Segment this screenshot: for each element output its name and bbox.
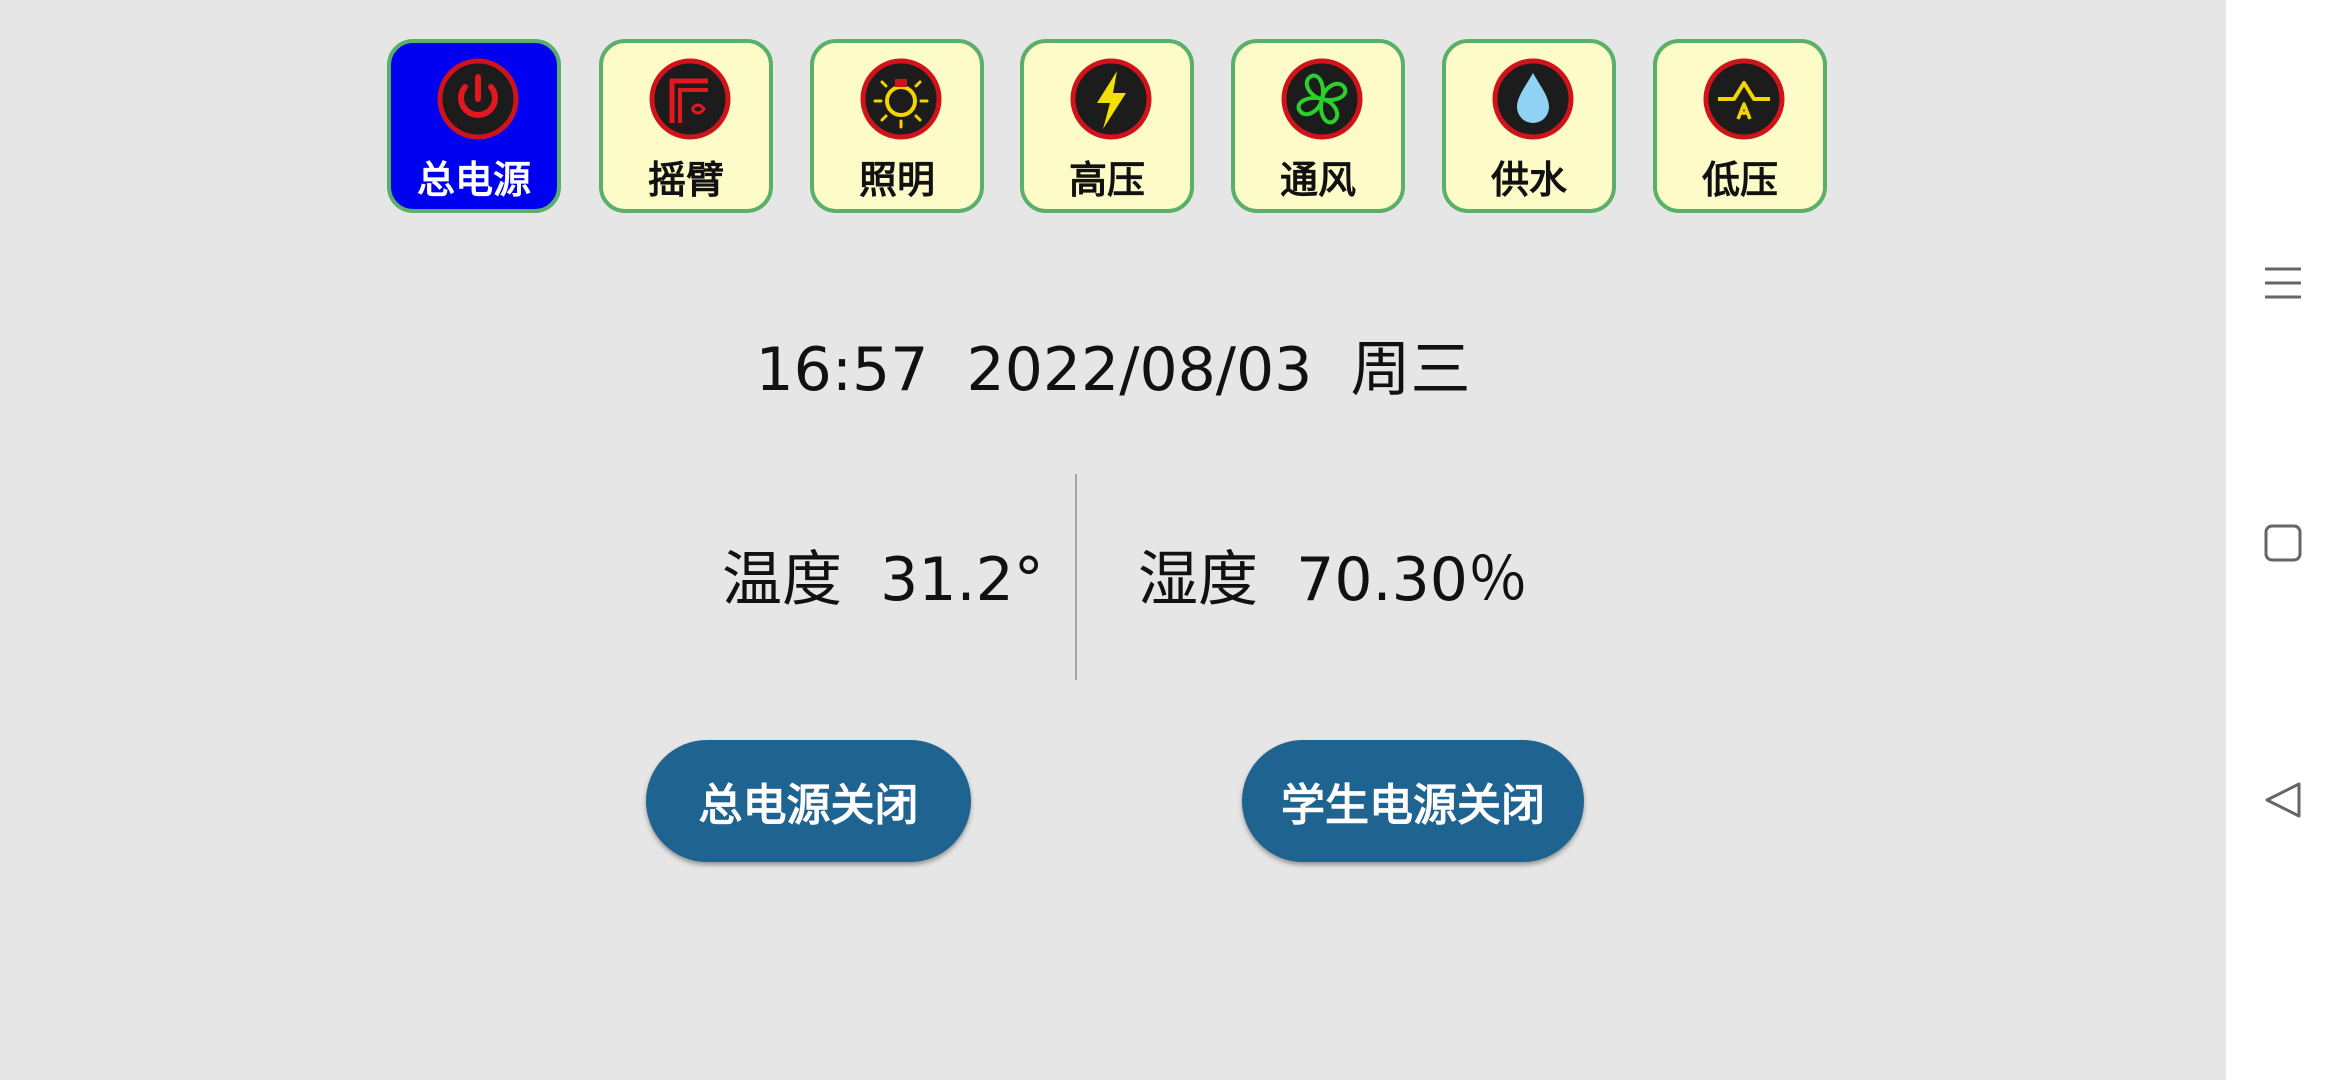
back-triangle-icon	[2265, 782, 2301, 818]
tile-lighting[interactable]: 照明	[810, 39, 984, 213]
tile-label: 摇臂	[647, 158, 724, 202]
tile-rocker-arm[interactable]: 摇臂	[599, 39, 773, 213]
back-button[interactable]	[2226, 760, 2340, 840]
bulb-icon	[860, 58, 942, 140]
tile-label: 通风	[1279, 158, 1356, 202]
tile-label: 低压	[1701, 158, 1778, 202]
water-drop-icon	[1492, 58, 1574, 140]
tile-label: 高压	[1068, 158, 1145, 202]
tile-high-voltage[interactable]: 高压	[1020, 39, 1194, 213]
home-button[interactable]	[2226, 503, 2340, 583]
tile-label: 照明	[858, 158, 935, 202]
humidity-reading: 湿度 70.30％	[1138, 545, 1528, 615]
tile-label: 总电源	[416, 158, 531, 202]
tile-low-voltage[interactable]: 低压	[1653, 39, 1827, 213]
system-nav-bar	[2226, 0, 2340, 1080]
low-voltage-icon	[1703, 58, 1785, 140]
student-power-off-button[interactable]: 学生电源关闭	[1242, 740, 1584, 862]
tile-label: 供水	[1490, 158, 1567, 202]
tile-ventilation[interactable]: 通风	[1231, 39, 1405, 213]
rocker-arm-icon	[649, 58, 731, 140]
fan-icon	[1281, 58, 1363, 140]
divider	[1075, 474, 1077, 680]
menu-button[interactable]	[2226, 243, 2340, 323]
tile-main-power[interactable]: 总电源	[387, 39, 561, 213]
datetime-display: 16:57 2022/08/03 周三	[755, 335, 1471, 405]
menu-icon	[2265, 267, 2301, 299]
main-power-off-button[interactable]: 总电源关闭	[646, 740, 971, 862]
temperature-reading: 温度 31.2°	[722, 545, 1044, 615]
control-panel: 总电源 摇臂 照明 高压 通风 供水 低压 16:57 2022/08/03 周…	[0, 0, 2226, 1080]
home-square-icon	[2264, 524, 2302, 562]
lightning-icon	[1070, 58, 1152, 140]
tile-water-supply[interactable]: 供水	[1442, 39, 1616, 213]
power-icon	[437, 58, 519, 140]
